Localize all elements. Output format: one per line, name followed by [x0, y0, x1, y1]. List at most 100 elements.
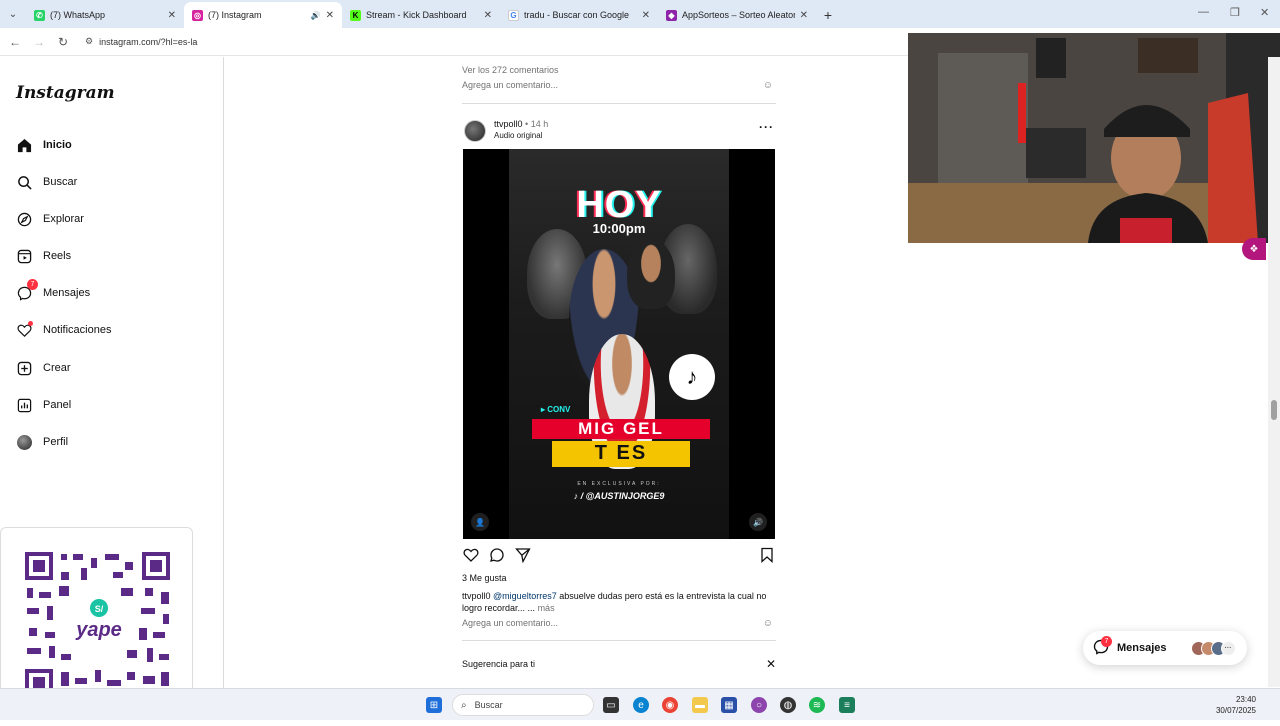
taskbar-clock[interactable]: 23:40 30/07/2025 [1216, 694, 1256, 716]
view-all-comments-link[interactable]: Ver los 272 comentarios [462, 65, 559, 75]
messages-label: Mensajes [1117, 642, 1167, 654]
poster-time: 10:00pm [592, 221, 646, 236]
poster-handle-line: ♪ / @AUSTINJORGE9 [509, 491, 729, 501]
close-icon[interactable]: ✕ [326, 10, 334, 21]
notepad-icon[interactable]: ≡ [839, 697, 855, 713]
post-media-video[interactable]: HOY 10:00pm ♪ ▸ CONV MIG GEL T ES EN EXC… [463, 149, 775, 539]
tab-instagram[interactable]: ◎ (7) Instagram 🔊 ✕ [184, 2, 342, 28]
post-username[interactable]: ttvpoll0 [494, 119, 523, 129]
sidebar-item-explorar[interactable]: Explorar [16, 209, 84, 229]
sidebar-item-label: Inicio [43, 139, 72, 151]
svg-text:S/: S/ [95, 604, 104, 614]
sidebar-item-perfil[interactable]: Perfil [16, 432, 68, 452]
floating-app-icon[interactable]: ❖ [1242, 238, 1266, 260]
sidebar-item-buscar[interactable]: Buscar [16, 172, 77, 192]
video-poster: HOY 10:00pm ♪ ▸ CONV MIG GEL T ES EN EXC… [509, 149, 729, 539]
comment-icon[interactable] [489, 547, 505, 566]
messenger-icon: 7 [16, 279, 38, 301]
close-icon[interactable]: ✕ [800, 10, 808, 21]
post-time: • 14 h [525, 119, 549, 129]
forward-arrow-icon[interactable]: → [27, 35, 51, 49]
tab-whatsapp[interactable]: ✆ (7) WhatsApp ✕ [26, 2, 184, 28]
clock-date: 30/07/2025 [1215, 706, 1256, 715]
tab-kick-dashboard[interactable]: K Stream - Kick Dashboard ✕ [342, 2, 500, 28]
taskbar-search[interactable]: ⌕ Buscar [452, 694, 594, 716]
comment-placeholder: Agrega un comentario... [462, 80, 559, 90]
sidebar-item-label: Mensajes [43, 287, 91, 299]
store-icon[interactable]: ▦ [721, 697, 737, 713]
close-icon[interactable]: ✕ [766, 657, 776, 671]
sidebar-item-label: Perfil [43, 436, 69, 448]
comment-input[interactable]: Agrega un comentario... ☺ [462, 618, 776, 632]
comment-input-previous[interactable]: Agrega un comentario... ☺ [462, 80, 776, 94]
poster-handle: / @AUSTINJORGE9 [580, 491, 665, 501]
scrollbar-thumb[interactable] [1271, 400, 1277, 420]
reload-icon[interactable]: ↻ [51, 35, 75, 49]
tiktok-live-icon: ♪ [669, 354, 715, 400]
search-icon: ⌕ [461, 699, 467, 711]
post-username-line: ttvpoll0 • 14 h [494, 119, 548, 129]
sidebar-item-label: Crear [43, 362, 71, 374]
sidebar-item-label: Reels [43, 250, 72, 262]
new-tab-plus-icon[interactable]: + [816, 2, 840, 28]
edge-icon[interactable]: e [633, 697, 649, 713]
emoji-icon[interactable]: ☺ [763, 618, 773, 629]
poster-person-small [627, 239, 675, 309]
whatsapp-icon: ✆ [34, 9, 45, 21]
restore-icon[interactable]: ❐ [1230, 6, 1240, 19]
file-explorer-icon[interactable]: ▬ [692, 697, 708, 713]
reels-icon [16, 248, 32, 264]
close-icon[interactable]: ✕ [168, 10, 176, 21]
dashboard-icon [16, 397, 32, 413]
sidebar-item-reels[interactable]: Reels [16, 246, 71, 266]
search-icon [16, 174, 32, 190]
share-icon[interactable] [515, 547, 531, 566]
chrome-icon[interactable]: ◉ [662, 697, 678, 713]
browser-tab-bar: ⌄ ✆ (7) WhatsApp ✕ ◎ (7) Instagram 🔊 ✕ K… [0, 0, 1280, 28]
like-heart-icon[interactable] [463, 547, 479, 566]
spotify-icon[interactable]: ≋ [809, 697, 825, 713]
post-audio-link[interactable]: Audio original [494, 131, 542, 140]
page-scrollbar[interactable] [1268, 57, 1280, 687]
comment-placeholder: Agrega un comentario... [462, 618, 559, 628]
minimize-icon[interactable]: — [1198, 6, 1209, 18]
tagged-user-icon[interactable]: 👤 [471, 513, 489, 531]
site-settings-icon[interactable]: ⚙ [85, 36, 93, 47]
caption-mention[interactable]: @migueltorres7 [493, 591, 557, 601]
bookmark-icon[interactable] [760, 547, 774, 566]
url-field[interactable]: ⚙ instagram.com/?hl=es-la [85, 36, 197, 47]
likes-count[interactable]: 3 Me gusta [462, 573, 507, 583]
windows-taskbar: ⊞ ⌕ Buscar ▭ e ◉ ▬ ▦ ○ ◍ ≋ ≡ 23:40 30/07… [0, 688, 1280, 720]
close-icon[interactable]: ✕ [484, 10, 492, 21]
tab-title: tradu - Buscar con Google [524, 10, 630, 20]
home-icon [16, 137, 32, 153]
instagram-logo[interactable]: Instagram [16, 83, 115, 103]
tab-search-chevron-icon[interactable]: ⌄ [0, 0, 26, 28]
tab-appsorteos[interactable]: ◆ AppSorteos – Sorteo Aleatorio ✕ [658, 2, 816, 28]
sidebar-item-panel[interactable]: Panel [16, 395, 71, 415]
emoji-icon[interactable]: ☺ [763, 80, 773, 91]
back-arrow-icon[interactable]: ← [3, 35, 27, 49]
sidebar-item-inicio[interactable]: Inicio [16, 135, 72, 155]
app-icon[interactable]: ○ [751, 697, 767, 713]
window-close-icon[interactable]: ✕ [1260, 6, 1269, 19]
caption-more-link[interactable]: más [538, 603, 555, 613]
sidebar-item-crear[interactable]: Crear [16, 358, 71, 378]
more-options-icon[interactable]: ··· [759, 120, 774, 134]
messages-button[interactable]: 7 Mensajes ··· [1083, 631, 1247, 665]
sidebar-item-notificaciones[interactable]: Notificaciones [16, 320, 111, 340]
post-avatar[interactable] [464, 120, 486, 142]
tiktok-icon: ♪ [573, 491, 581, 501]
volume-icon[interactable]: 🔊 [749, 513, 767, 531]
windows-start-icon[interactable]: ⊞ [426, 697, 442, 713]
obs-icon[interactable]: ◍ [780, 697, 796, 713]
speaker-icon[interactable]: 🔊 [311, 11, 321, 20]
tab-title: (7) Instagram [208, 10, 262, 20]
close-icon[interactable]: ✕ [642, 10, 650, 21]
poster-conv-text: ▸ CONV [541, 405, 571, 414]
sidebar-item-mensajes[interactable]: 7 Mensajes [16, 279, 91, 303]
task-view-icon[interactable]: ▭ [603, 697, 619, 713]
tab-title: (7) WhatsApp [50, 10, 106, 20]
caption-username[interactable]: ttvpoll0 [462, 591, 491, 601]
tab-google-search[interactable]: G tradu - Buscar con Google ✕ [500, 2, 658, 28]
